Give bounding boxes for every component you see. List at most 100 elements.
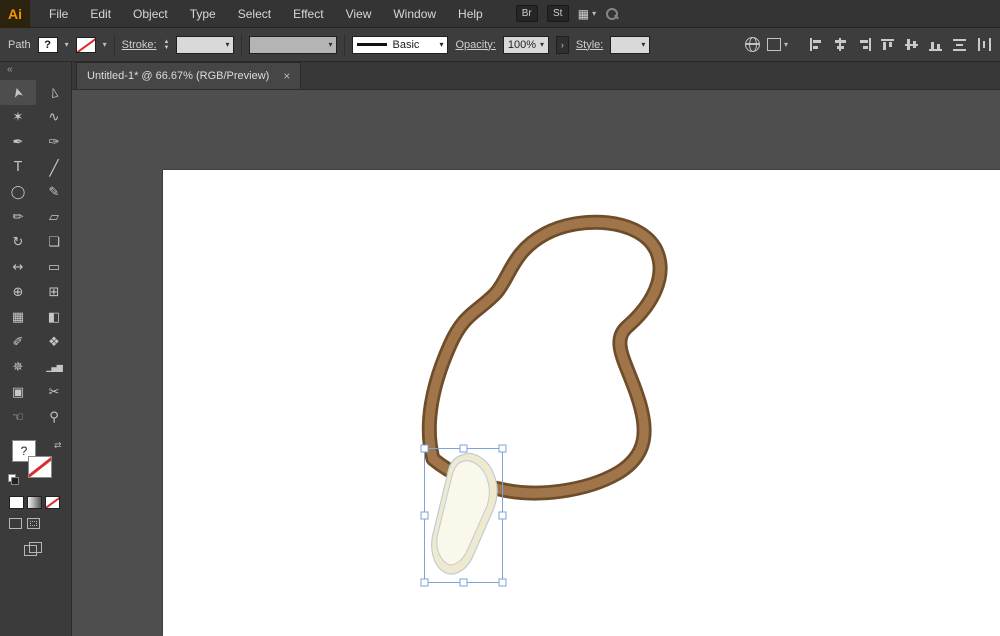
fill-unknown-indicator: ? [20, 444, 28, 458]
stock-button[interactable]: St [546, 5, 569, 22]
menu-file[interactable]: File [38, 0, 79, 28]
paintbrush-tool[interactable]: ✎ [36, 180, 72, 205]
menu-edit[interactable]: Edit [79, 0, 122, 28]
artboard[interactable] [163, 170, 1000, 636]
menu-type[interactable]: Type [179, 0, 227, 28]
work-area: Untitled-1* @ 66.67% (RGB/Preview) × [72, 62, 1000, 636]
control-bar: Path ? ▾ ▾ Stroke: ▲ ▼ ▾ ▾ Basic ▾ Opacit… [0, 28, 1000, 62]
opacity-label[interactable]: Opacity: [455, 39, 495, 51]
globe-icon[interactable] [744, 37, 760, 52]
document-tab[interactable]: Untitled-1* @ 66.67% (RGB/Preview) × [76, 62, 302, 89]
step-down-icon[interactable]: ▼ [164, 45, 170, 51]
gradient-tool[interactable]: ◧ [36, 305, 72, 330]
menu-select[interactable]: Select [227, 0, 282, 28]
style-label[interactable]: Style: [576, 39, 604, 51]
type-tool[interactable]: T [0, 155, 36, 180]
color-mode-buttons [9, 496, 71, 509]
ellipse-tool-icon: ◯ [10, 185, 26, 200]
draw-mode-buttons [9, 518, 71, 529]
symbol-sprayer-tool[interactable]: ✵ [0, 355, 36, 380]
magic-wand-tool[interactable]: ✶ [0, 105, 36, 130]
menu-object[interactable]: Object [122, 0, 179, 28]
divider [241, 33, 243, 56]
mesh-tool-icon: ▦ [11, 310, 25, 325]
align-top-icon[interactable] [881, 38, 896, 51]
stroke-style-select[interactable]: Basic ▾ [352, 35, 449, 54]
lasso-tool[interactable]: ∿ [36, 105, 72, 130]
perspective-grid-tool[interactable]: ⊞ [36, 280, 72, 305]
blend-tool[interactable]: ❖ [36, 330, 72, 355]
tab-close-icon[interactable]: × [283, 69, 290, 83]
free-transform-tool-icon: ▭ [47, 260, 61, 275]
eraser-tool[interactable]: ▱ [36, 205, 72, 230]
gradient-button[interactable] [27, 496, 42, 509]
illustrator-window: Ai File Edit Object Type Select Effect View Win… [0, 0, 1000, 636]
hand-tool[interactable]: ☜ [0, 405, 36, 430]
screen-mode-icon[interactable] [24, 542, 42, 556]
fill-indicator: ? [44, 38, 51, 51]
column-graph-tool[interactable]: ▁▄▆ [36, 355, 72, 380]
shape-builder-tool[interactable]: ⊕ [0, 280, 36, 305]
eyedropper-tool[interactable]: ✐ [0, 330, 36, 355]
distribute-h-icon[interactable] [977, 38, 992, 51]
selection-tool[interactable]: ➤ [0, 80, 36, 105]
menu-effect[interactable]: Effect [282, 0, 334, 28]
free-transform-tool[interactable]: ▭ [36, 255, 72, 280]
default-fill-stroke-icon[interactable] [8, 474, 19, 485]
stroke-swatch[interactable] [28, 456, 52, 478]
arrange-documents-icon[interactable]: ▦ ▾ [578, 7, 596, 21]
align-v-center-icon[interactable] [905, 38, 920, 51]
stroke-color-control[interactable] [75, 36, 96, 53]
align-right-icon[interactable] [857, 38, 872, 51]
none-button[interactable] [45, 496, 60, 509]
align-bottom-icon[interactable] [929, 38, 944, 51]
eraser-tool-icon: ▱ [49, 210, 59, 225]
rotate-tool[interactable]: ↻ [0, 230, 36, 255]
document-setup-icon[interactable] [766, 38, 781, 51]
distribute-v-icon[interactable] [953, 38, 968, 51]
fill-stroke-control: ? ⇄ [8, 440, 64, 488]
app-logo[interactable]: Ai [0, 0, 30, 28]
slice-tool[interactable]: ✂ [36, 380, 72, 405]
stroke-weight-select[interactable]: ▾ [176, 35, 235, 54]
slice-tool-icon: ✂ [48, 385, 60, 400]
width-profile-select[interactable]: ▾ [249, 35, 338, 54]
divider [113, 33, 115, 56]
scale-tool[interactable]: ❏ [36, 230, 72, 255]
line-segment-tool[interactable]: ╱ [36, 155, 72, 180]
swap-fill-stroke-icon[interactable]: ⇄ [54, 440, 62, 451]
draw-inside-icon[interactable] [27, 518, 40, 529]
tool-grid: ➤ ▻ ✶ ∿ ✒ ✑ T ╱ ◯ ✎ ✏ ▱ ↻ ❏ ↔ ▭ ⊕ ⊞ ▦ ◧ ✐ ❖ ✵ ▁▄▆ ▣ ✂ ☜ ⚲ [0, 78, 71, 430]
stroke-chevron-icon[interactable]: ▾ [103, 40, 107, 49]
bridge-button[interactable]: Br [515, 5, 538, 22]
align-left-icon[interactable] [809, 38, 824, 51]
color-button[interactable] [9, 496, 24, 509]
ellipse-tool[interactable]: ◯ [0, 180, 36, 205]
stroke-label[interactable]: Stroke: [122, 39, 157, 51]
menu-window[interactable]: Window [382, 0, 447, 28]
gradient-tool-icon: ◧ [47, 310, 61, 325]
graphic-style-select[interactable]: ▾ [610, 35, 651, 54]
direct-selection-tool[interactable]: ▻ [36, 80, 72, 105]
search-icon[interactable] [605, 7, 619, 21]
artboard-tool[interactable]: ▣ [0, 380, 36, 405]
stroke-weight-stepper[interactable]: ▲ ▼ [164, 39, 170, 51]
opacity-input[interactable]: 100% ▾ [502, 35, 549, 54]
menu-help[interactable]: Help [447, 0, 494, 28]
draw-normal-icon[interactable] [9, 518, 22, 529]
mesh-tool[interactable]: ▦ [0, 305, 36, 330]
pen-tool[interactable]: ✒ [0, 130, 36, 155]
document-tab-title: Untitled-1* @ 66.67% (RGB/Preview) [87, 70, 270, 82]
canvas[interactable] [72, 90, 1000, 636]
fill-chevron-icon[interactable]: ▾ [65, 40, 69, 49]
menu-view[interactable]: View [335, 0, 383, 28]
zoom-tool[interactable]: ⚲ [36, 405, 72, 430]
curvature-tool[interactable]: ✑ [36, 130, 72, 155]
panel-collapse-button[interactable]: « [0, 62, 71, 78]
fill-color-control[interactable]: ? [37, 36, 58, 53]
pencil-tool[interactable]: ✏ [0, 205, 36, 230]
opacity-panel-arrow[interactable]: › [555, 35, 569, 54]
zoom-tool-icon: ⚲ [49, 410, 59, 425]
align-h-center-icon[interactable] [833, 38, 848, 51]
width-tool[interactable]: ↔ [0, 255, 36, 280]
